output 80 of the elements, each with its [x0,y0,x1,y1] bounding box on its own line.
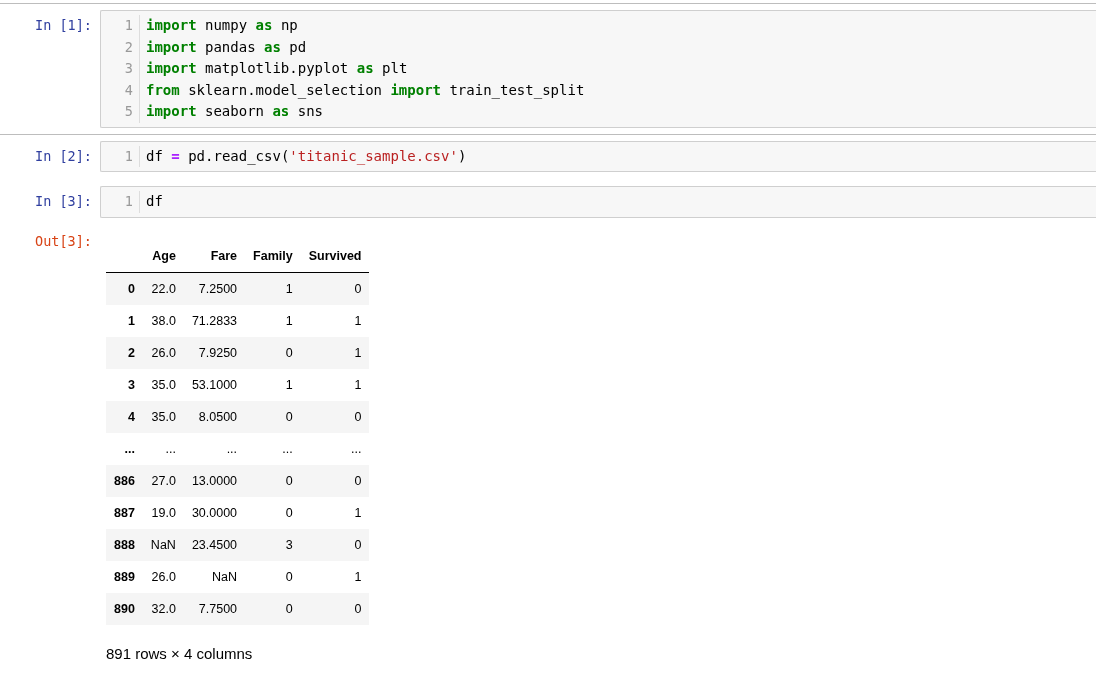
input-prompt: In [3]: [34,192,93,211]
column-header: Survived [300,239,370,272]
line-number: 1 [123,192,134,211]
table-cell: 1 [300,304,370,337]
column-header: Age [142,239,184,272]
output-prompt: Out[3]: [34,231,93,251]
table-cell: 7.2500 [183,272,246,305]
row-index: 0 [106,272,143,305]
table-cell: 0 [300,400,370,433]
table-cell: 0 [245,464,301,497]
table-cell: 0 [245,336,301,369]
table-cell: 0 [300,464,370,497]
row-index: 889 [106,560,143,593]
code-editor[interactable]: 1 2 3 4 5 import numpy as np import pandas as pd import matplotlib.pyplot as plt from sklearn.model_selection import train_test_split import seaborn as sns [100,10,1096,128]
table-cell: 3 [245,528,301,561]
table-cell: 7.9250 [183,336,246,369]
code-line: import numpy as np [146,16,298,35]
table-cell: 32.0 [142,592,184,625]
code-line: df = pd.read_csv('titanic_sample.csv') [146,146,467,167]
table-cell: 8.0500 [183,400,246,433]
code-line: df [146,192,163,211]
table-cell: 0 [300,592,370,625]
table-cell: 30.0000 [183,496,246,529]
input-prompt: In [2]: [34,146,93,166]
line-number: 3 [123,59,134,78]
table-cell: 27.0 [142,464,184,497]
table-cell: 19.0 [142,496,184,529]
line-number: 1 [123,146,134,166]
row-index: 2 [106,336,143,369]
table-cell: 53.1000 [183,368,246,401]
line-number: 4 [123,80,134,100]
column-header: Fare [183,239,246,272]
table-cell: 0 [245,560,301,593]
row-index: 4 [106,400,143,433]
table-cell: 0 [300,528,370,561]
table-cell: NaN [142,528,184,561]
input-prompt: In [1]: [34,16,93,35]
table-cell: 1 [245,272,301,305]
row-index: 890 [106,592,143,625]
table-cell: ... [245,432,301,465]
table-cell: 23.4500 [183,528,246,561]
table-cell: 13.0000 [183,464,246,497]
code-editor[interactable]: 1 df = pd.read_csv('titanic_sample.csv') [100,140,1096,172]
table-cell: 26.0 [142,560,184,593]
table-summary: 891 rows × 4 columns [106,644,254,662]
table-cell: 1 [245,368,301,401]
code-line: import pandas as pd [146,37,307,57]
table-cell: 35.0 [142,368,184,401]
table-cell: 38.0 [142,304,184,337]
table-cell: ... [142,432,184,465]
table-cell: 26.0 [142,336,184,369]
code-line: from sklearn.model_selection import train_test_split [146,80,585,101]
table-cell: 7.7500 [183,592,246,625]
table-cell: 0 [245,592,301,625]
table-cell: 1 [300,336,370,369]
column-header: Family [245,239,301,272]
row-index: 3 [106,368,143,401]
table-cell: ... [300,432,370,465]
row-index: 1 [106,304,143,337]
table-cell: 71.2833 [183,304,246,337]
table-cell: 1 [300,368,370,401]
code-line: import matplotlib.pyplot as plt [146,59,408,78]
table-cell: 1 [245,304,301,337]
line-number: 5 [123,102,134,121]
table-cell: 0 [245,400,301,433]
table-cell: 0 [245,496,301,529]
row-index: 888 [106,528,143,561]
line-number: 2 [123,37,134,57]
line-number: 1 [123,16,134,35]
table-cell: 1 [300,496,370,529]
table-cell: 35.0 [142,400,184,433]
row-index: 886 [106,464,143,497]
table-cell: ... [183,432,246,465]
row-index: ... [106,432,143,465]
table-cell: 0 [300,272,370,305]
code-line: import seaborn as sns [146,102,323,121]
table-cell: 1 [300,560,370,593]
code-editor[interactable]: 1 df [100,186,1096,218]
row-index: 887 [106,496,143,529]
table-cell: NaN [183,560,246,593]
